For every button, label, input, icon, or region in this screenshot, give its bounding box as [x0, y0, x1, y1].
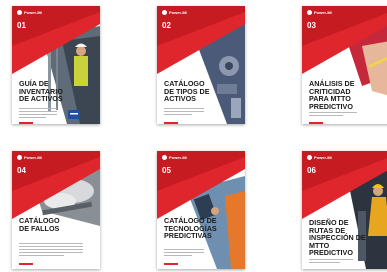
logo-text: Power-MI: [24, 10, 42, 15]
logo-text: Power-MI: [314, 10, 332, 15]
iso-55000-badge-icon: [68, 110, 80, 119]
card-title: ANÁLISIS DE CRITICIDAD PARA MTTO PREDICT…: [309, 79, 355, 111]
card-description: [19, 108, 57, 120]
ebook-card-06[interactable]: Power-MI 06 DISEÑO DE RUTAS DE INSPECCIÓ…: [302, 151, 387, 269]
read-more-link[interactable]: [164, 122, 178, 124]
card-title: CATÁLOGO DE TECNOLOGÍAS PREDICTIVAS: [164, 216, 217, 241]
ebook-card-01[interactable]: Power-MI 01 GUÍA DE INVENTARIO DE ACTIVO…: [12, 6, 100, 124]
card-title: DISEÑO DE RUTAS DE INSPECCIÓN DE MTTO PR…: [309, 218, 366, 258]
read-more-link[interactable]: [164, 263, 178, 265]
ebook-card-03[interactable]: Power-MI 03 ANÁLISIS DE CRITICIDAD PARA …: [302, 6, 387, 124]
card-description: [164, 249, 204, 258]
logo-text: Power-MI: [24, 155, 42, 160]
logo-icon: [307, 155, 312, 160]
card-number: 03: [307, 21, 316, 30]
logo-text: Power-MI: [314, 155, 332, 160]
logo-text: Power-MI: [169, 10, 187, 15]
read-more-link[interactable]: [19, 263, 33, 265]
logo-icon: [162, 10, 167, 15]
card-number: 02: [162, 21, 171, 30]
ebook-card-05[interactable]: Power-MI 05 CATÁLOGO DE TECNOLOGÍAS PRED…: [157, 151, 245, 269]
card-description: [164, 108, 204, 117]
brand-logo: Power-MI: [17, 10, 42, 15]
logo-text: Power-MI: [169, 155, 187, 160]
read-more-link[interactable]: [19, 122, 33, 124]
card-description: [19, 243, 83, 258]
card-title: GUÍA DE INVENTARIO DE ACTIVOS: [19, 79, 63, 104]
card-number: 05: [162, 166, 171, 175]
read-more-link[interactable]: [309, 122, 323, 124]
logo-icon: [162, 155, 167, 160]
card-title: CATÁLOGO DE FALLOS: [19, 216, 60, 233]
card-description: [309, 112, 357, 118]
logo-icon: [17, 10, 22, 15]
card-number: 06: [307, 166, 316, 175]
card-number: 04: [17, 166, 26, 175]
brand-logo: Power-MI: [307, 10, 332, 15]
card-number: 01: [17, 21, 26, 30]
brand-logo: Power-MI: [162, 10, 187, 15]
brand-logo: Power-MI: [17, 155, 42, 160]
ebook-card-02[interactable]: Power-MI 02 CATÁLOGO DE TIPOS DE ACTIVOS: [157, 6, 245, 124]
logo-icon: [17, 155, 22, 160]
ebook-card-04[interactable]: Power-MI 04 CATÁLOGO DE FALLOS: [12, 151, 100, 269]
brand-logo: Power-MI: [307, 155, 332, 160]
card-title: CATÁLOGO DE TIPOS DE ACTIVOS: [164, 79, 210, 104]
brand-logo: Power-MI: [162, 155, 187, 160]
card-description: [309, 259, 353, 265]
logo-icon: [307, 10, 312, 15]
